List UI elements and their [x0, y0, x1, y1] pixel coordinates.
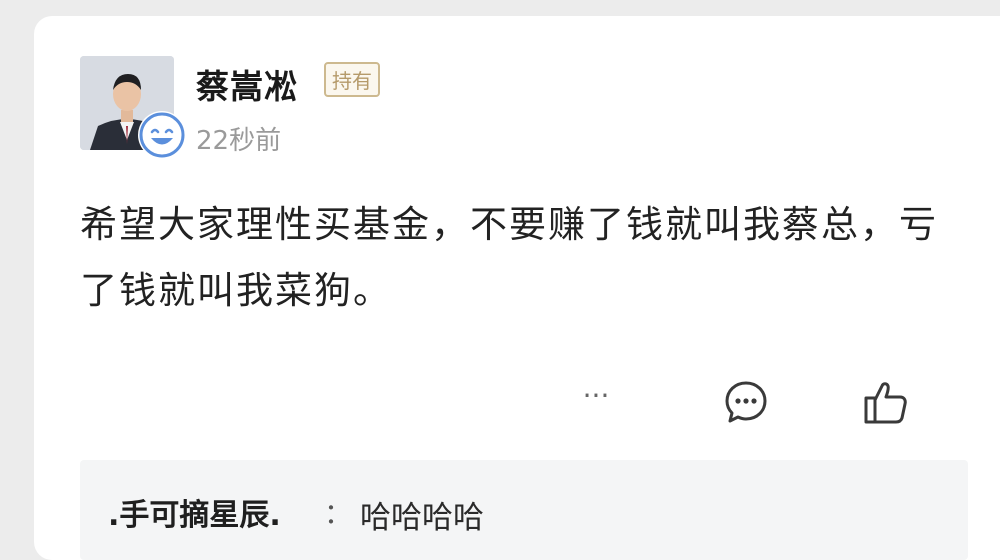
post-content: 希望大家理性买基金，不要赚了钱就叫我蔡总，亏了钱就叫我菜狗。 — [80, 203, 938, 312]
like-button[interactable] — [860, 376, 912, 428]
holding-tag: 持有 — [324, 62, 380, 97]
reply-text: 哈哈哈哈 — [360, 500, 484, 536]
reply-separator: ： — [324, 497, 353, 530]
reply-preview[interactable]: .手可摘星辰. ： 哈哈哈哈 — [80, 460, 968, 560]
reply-author[interactable]: .手可摘星辰. — [108, 490, 281, 534]
more-options-button[interactable]: ··· — [576, 376, 616, 416]
author-name[interactable]: 蔡嵩凇 — [196, 60, 298, 108]
smile-badge-icon — [138, 111, 186, 159]
comment-button[interactable] — [722, 378, 770, 426]
post-timestamp: 22秒前 — [196, 126, 282, 156]
comment-bubble-icon — [725, 381, 767, 423]
thumbs-up-icon — [864, 382, 907, 424]
post-card: 蔡嵩凇 持有 22秒前 希望大家理性买基金，不要赚了钱就叫我蔡总，亏了钱就叫我菜… — [34, 16, 1000, 560]
